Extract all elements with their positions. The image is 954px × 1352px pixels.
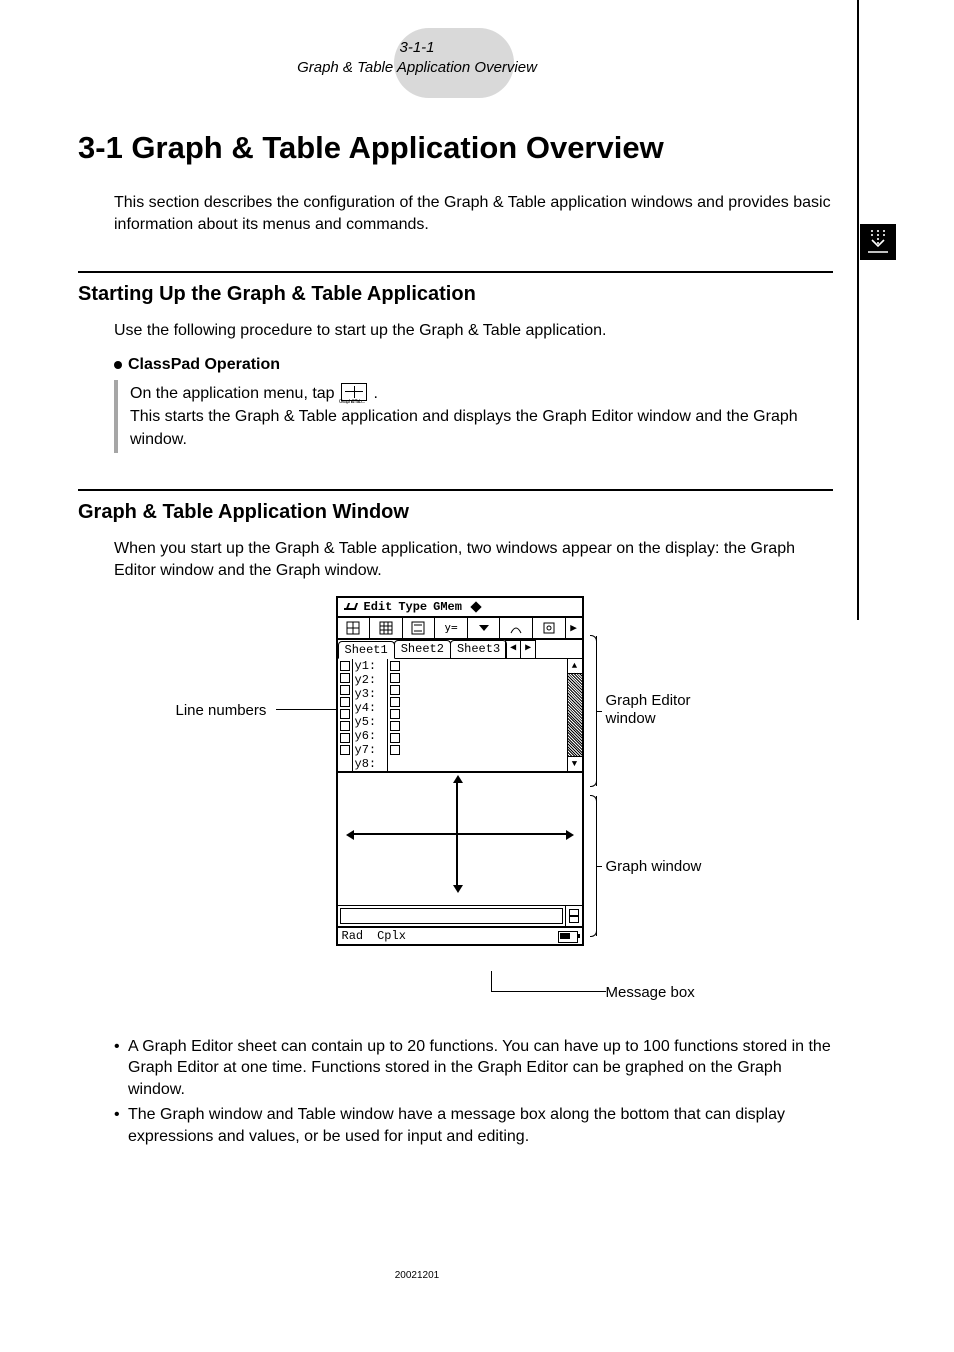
bullet-item: • The Graph window and Table window have… xyxy=(114,1104,833,1147)
scroll-up-icon: ▲ xyxy=(568,659,582,674)
tab-right-arrow-icon: ▶ xyxy=(520,640,536,658)
scrollbar: ▲ ▼ xyxy=(567,659,582,771)
leader-line xyxy=(491,971,492,991)
arrow-right-icon xyxy=(566,830,574,840)
callout-graph-window: Graph window xyxy=(606,858,702,876)
graph-table-app-icon: Graph&Tab... xyxy=(341,383,367,405)
toolbar-icon xyxy=(338,618,371,638)
toolbar-dropdown-icon xyxy=(468,618,501,638)
message-field xyxy=(340,908,563,924)
graph-editor-window: y1: y2: y3: y4: y5: y6: y7: y8: ▲ ▼ xyxy=(338,659,582,773)
leader-line xyxy=(491,991,606,992)
sheet-tab-3: Sheet3 xyxy=(450,640,507,658)
header-section-number: 3-1-1 xyxy=(399,39,434,56)
intro-paragraph: This section describes the configuration… xyxy=(114,192,833,235)
callout-line-numbers: Line numbers xyxy=(176,702,267,720)
line-label: y3: xyxy=(353,687,387,701)
line-label: y2: xyxy=(353,673,387,687)
line-label: y5: xyxy=(353,715,387,729)
running-header: 3-1-1 Graph & Table Application Overview xyxy=(0,38,834,77)
check-column-2 xyxy=(387,659,402,771)
toolbar-more-icon: ▶ xyxy=(566,618,582,638)
menu-bar: Edit Type GMem xyxy=(338,598,582,618)
graph-window xyxy=(338,773,582,906)
line-labels: y1: y2: y3: y4: y5: y6: y7: y8: xyxy=(353,659,387,771)
header-section-label: Graph & Table Application Overview xyxy=(297,59,537,76)
line-label: y6: xyxy=(353,729,387,743)
status-mode-cplx: Cplx xyxy=(377,929,406,943)
toolbar: y= ▶ xyxy=(338,618,582,640)
op-line1-a: On the application menu, tap xyxy=(130,385,339,402)
footer-id: 20021201 xyxy=(0,1270,834,1281)
bullet-icon xyxy=(114,361,122,369)
app-icon-label: Graph&Tab... xyxy=(339,399,365,406)
sheet-tabs: Sheet1 Sheet2 Sheet3 ◀ ▶ xyxy=(338,640,582,659)
page-title: 3-1 Graph & Table Application Overview xyxy=(78,130,833,166)
line-label: y1: xyxy=(353,659,387,673)
status-bar: Rad Cplx xyxy=(338,928,582,944)
menu-hat-icon xyxy=(342,602,358,612)
check-column xyxy=(338,659,353,771)
operation-heading: ClassPad Operation xyxy=(114,356,833,374)
leader-line xyxy=(276,709,336,710)
message-box xyxy=(338,906,582,928)
bullet-item: • A Graph Editor sheet can contain up to… xyxy=(114,1036,833,1101)
callout-message-box: Message box xyxy=(606,984,695,1002)
scroll-down-icon: ▼ xyxy=(568,756,582,771)
section1-text: Use the following procedure to start up … xyxy=(114,320,833,342)
operation-block: On the application menu, tap Graph&Tab..… xyxy=(114,380,833,454)
message-ctl-icon xyxy=(565,906,582,926)
bullet-text: A Graph Editor sheet can contain up to 2… xyxy=(128,1036,833,1101)
bullet-list: • A Graph Editor sheet can contain up to… xyxy=(114,1036,833,1148)
operation-line-2: This starts the Graph & Table applicatio… xyxy=(130,405,833,451)
menu-gmem: GMem xyxy=(433,600,462,614)
section2-heading: Graph & Table Application Window xyxy=(78,501,833,524)
status-mode-rad: Rad xyxy=(342,929,364,943)
menu-diamond-icon xyxy=(470,601,481,612)
bullet-dot: • xyxy=(114,1104,128,1147)
bullet-dot: • xyxy=(114,1036,128,1101)
line-label: y7: xyxy=(353,743,387,757)
section2-text: When you start up the Graph & Table appl… xyxy=(114,538,833,581)
editor-spacer xyxy=(402,659,567,771)
toolbar-icon xyxy=(500,618,533,638)
section1-heading: Starting Up the Graph & Table Applicatio… xyxy=(78,283,833,306)
line-label: y8: xyxy=(353,757,387,771)
y-axis xyxy=(456,781,458,887)
tab-left-arrow-icon: ◀ xyxy=(505,640,521,658)
toolbar-icon xyxy=(403,618,436,638)
arrow-down-icon xyxy=(453,885,463,893)
operation-line-1: On the application menu, tap Graph&Tab..… xyxy=(130,382,833,405)
classpad-screen: Edit Type GMem y= ▶ Sheet1 Sheet2 Sheet3… xyxy=(336,596,584,946)
battery-icon xyxy=(558,931,578,943)
section-rule xyxy=(78,271,833,273)
operation-heading-text: ClassPad Operation xyxy=(128,356,280,373)
brace-graph-window xyxy=(586,796,597,936)
brace-graph-editor xyxy=(586,636,597,786)
bullet-text: The Graph window and Table window have a… xyxy=(128,1104,833,1147)
page-right-divider xyxy=(857,0,859,620)
menu-edit: Edit xyxy=(364,600,393,614)
menu-type: Type xyxy=(398,600,427,614)
sheet-tab-2: Sheet2 xyxy=(394,640,451,658)
x-axis xyxy=(352,833,568,835)
callout-graph-editor: Graph Editor window xyxy=(606,692,736,728)
sheet-tab-1: Sheet1 xyxy=(338,641,395,659)
line-label: y4: xyxy=(353,701,387,715)
toolbar-icon xyxy=(533,618,566,638)
section-rule xyxy=(78,489,833,491)
sidebar-download-icon xyxy=(860,224,896,260)
arrow-left-icon xyxy=(346,830,354,840)
app-window-diagram: Line numbers Graph Editor window Graph w… xyxy=(176,596,736,1016)
scroll-thumb xyxy=(568,674,582,756)
toolbar-icon xyxy=(370,618,403,638)
op-line1-b: . xyxy=(373,385,377,402)
arrow-up-icon xyxy=(453,775,463,783)
toolbar-y-equals: y= xyxy=(435,618,468,638)
